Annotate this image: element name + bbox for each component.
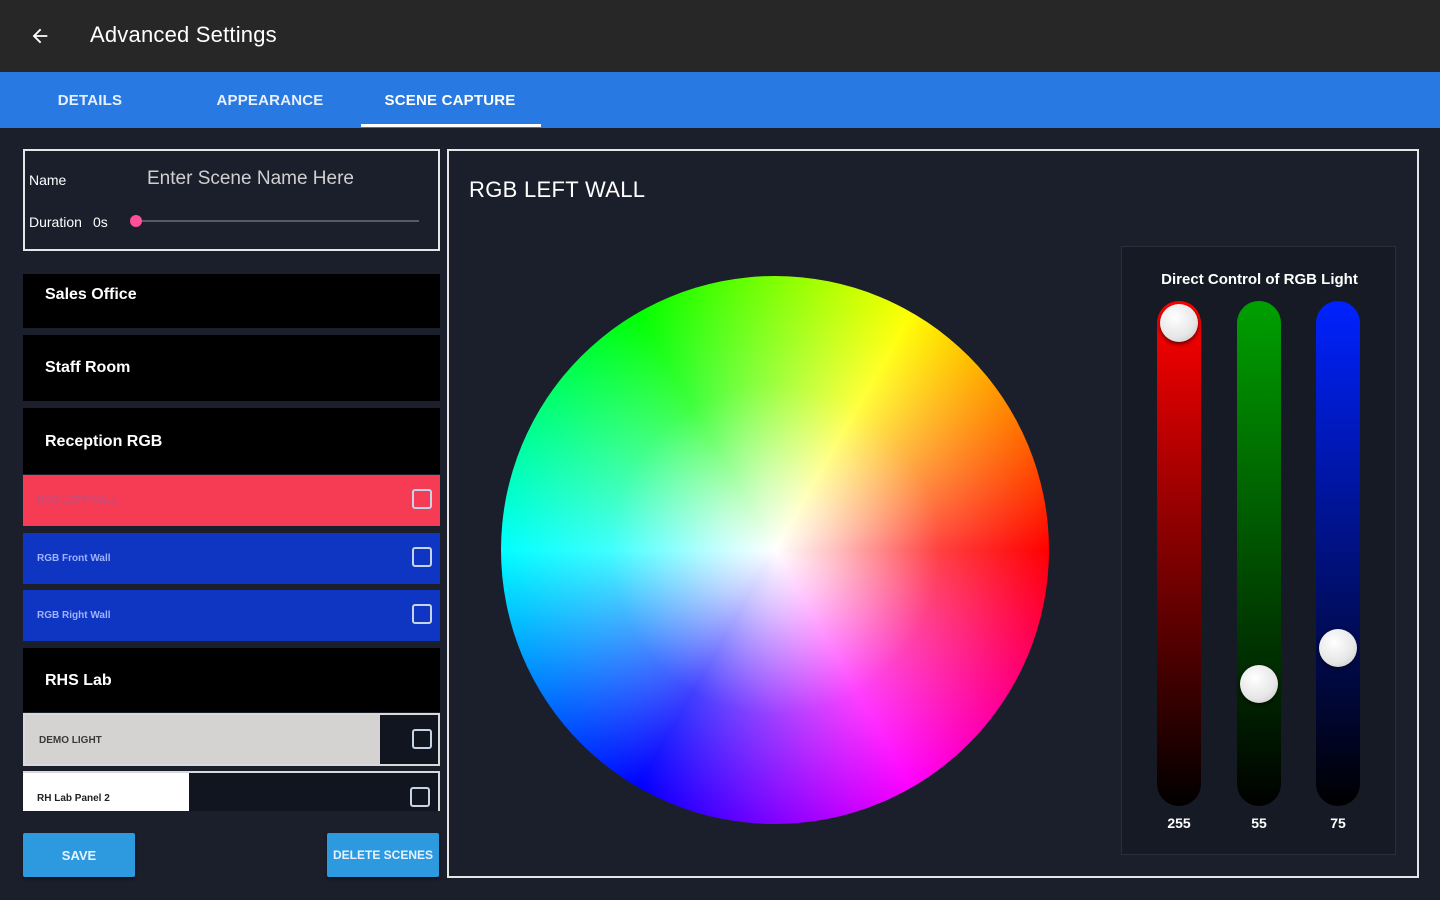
green-value: 55 <box>1251 815 1267 831</box>
page-title: Advanced Settings <box>90 22 277 47</box>
group-item-staff-room[interactable]: Staff Room <box>23 335 440 401</box>
red-slider[interactable] <box>1157 301 1201 806</box>
green-slider[interactable] <box>1237 301 1281 806</box>
light-title: RGB LEFT WALL <box>469 177 646 202</box>
light-item-rgb-right-wall[interactable]: RGB Right Wall <box>23 590 440 641</box>
blue-slider[interactable] <box>1316 301 1360 806</box>
light-checkbox[interactable] <box>412 489 432 509</box>
name-label: Name <box>29 172 67 188</box>
app-bar: Advanced Settings <box>0 0 1440 72</box>
direct-control-title: Direct Control of RGB Light <box>1161 271 1358 288</box>
back-button[interactable] <box>22 18 58 54</box>
duration-slider-thumb[interactable] <box>130 215 142 227</box>
blue-value: 75 <box>1330 815 1346 831</box>
group-label: Reception RGB <box>45 433 163 450</box>
light-label: RGB Right Wall <box>37 610 111 621</box>
save-button[interactable]: SAVE <box>23 833 135 877</box>
light-control-panel: RGB LEFT WALL Direct Control of RGB Ligh… <box>447 149 1419 878</box>
scene-form: Name Duration 0s <box>23 149 440 251</box>
duration-value: 0s <box>93 214 108 230</box>
light-checkbox[interactable] <box>412 604 432 624</box>
color-wheel[interactable] <box>501 276 1049 824</box>
light-item-rgb-left-wall[interactable]: RGB LEFT WALL <box>23 475 440 526</box>
tab-details[interactable]: DETAILS <box>0 72 180 128</box>
group-label: Sales Office <box>45 286 137 303</box>
delete-scenes-button[interactable]: DELETE SCENES <box>327 833 439 877</box>
light-label: DEMO LIGHT <box>39 735 102 746</box>
arrow-left-icon <box>32 28 48 44</box>
light-label: RGB LEFT WALL <box>37 495 119 506</box>
group-item-reception-rgb[interactable]: Reception RGB <box>23 408 440 474</box>
red-slider-thumb[interactable] <box>1160 304 1198 342</box>
color-wheel-saturation <box>501 276 1049 824</box>
light-label: RH Lab Panel 2 <box>37 793 110 804</box>
tab-bar: DETAILS APPEARANCE SCENE CAPTURE <box>0 72 1440 128</box>
green-slider-thumb[interactable] <box>1240 665 1278 704</box>
light-item-rh-lab-panel-2[interactable]: RH Lab Panel 2 <box>23 771 440 811</box>
light-checkbox[interactable] <box>410 787 430 807</box>
direct-control-panel: Direct Control of RGB Light 255 55 75 <box>1121 246 1396 855</box>
light-checkbox[interactable] <box>412 547 432 567</box>
duration-label: Duration <box>29 214 82 230</box>
group-label: RHS Lab <box>45 672 112 689</box>
light-checkbox[interactable] <box>412 729 432 749</box>
light-item-demo-light[interactable]: DEMO LIGHT <box>23 713 440 766</box>
group-item-sales-office[interactable]: Sales Office <box>23 274 440 328</box>
tab-scene-capture[interactable]: SCENE CAPTURE <box>360 72 540 128</box>
tab-appearance[interactable]: APPEARANCE <box>180 72 360 128</box>
group-item-rhs-lab[interactable]: RHS Lab <box>23 648 440 712</box>
group-label: Staff Room <box>45 359 131 376</box>
duration-slider-track[interactable] <box>135 220 419 222</box>
active-tab-indicator <box>361 124 541 127</box>
red-value: 255 <box>1167 815 1191 831</box>
scene-name-input[interactable] <box>147 165 427 193</box>
blue-slider-thumb[interactable] <box>1319 629 1357 668</box>
light-item-rgb-front-wall[interactable]: RGB Front Wall <box>23 533 440 584</box>
light-label: RGB Front Wall <box>37 553 111 564</box>
dim-level-fill <box>23 773 189 811</box>
